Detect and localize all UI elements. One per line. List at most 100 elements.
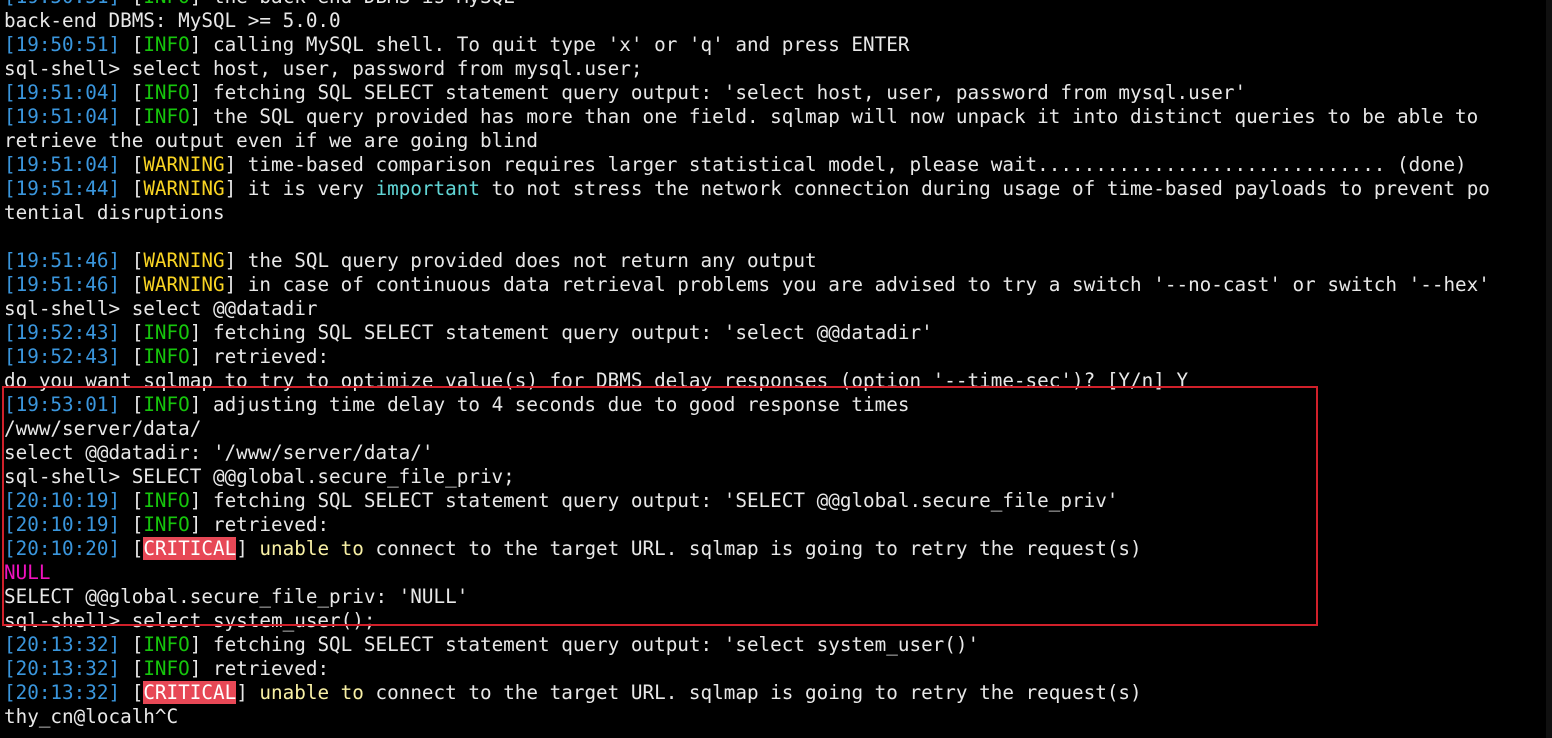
terminal-line: [19:51:44] [WARNING] it is very importan… — [4, 177, 1550, 201]
log-level-warning: WARNING — [143, 273, 225, 296]
line-text: ] adjusting time delay to 4 seconds due … — [189, 393, 910, 416]
terminal-line: [19:51:04] [WARNING] time-based comparis… — [4, 153, 1550, 177]
terminal-line: /www/server/data/ — [4, 417, 1550, 441]
timestamp: [20:13:32] — [4, 633, 121, 656]
terminal-line: [19:53:01] [INFO] adjusting time delay t… — [4, 393, 1550, 417]
terminal-output: [19:50:51] [INFO] the back-end DBMS is M… — [4, 0, 1550, 729]
timestamp: [19:51:04] — [4, 105, 121, 128]
timestamp: [19:50:51] — [4, 0, 120, 8]
timestamp: [20:13:32] — [4, 657, 121, 680]
log-level-info: INFO — [143, 489, 190, 512]
line-text: [ — [120, 537, 144, 560]
log-level-info: INFO — [143, 321, 190, 344]
terminal-window[interactable]: [19:50:51] [INFO] the back-end DBMS is M… — [0, 0, 1552, 738]
log-level-warning: WARNING — [143, 153, 225, 176]
timestamp: [19:52:43] — [4, 321, 121, 344]
line-text: ] calling MySQL shell. To quit type 'x' … — [189, 33, 910, 56]
line-text: ] fetching SQL SELECT statement query ou… — [189, 633, 980, 656]
line-text: [ — [120, 345, 144, 368]
terminal-line: do you want sqlmap to try to optimize va… — [4, 369, 1550, 393]
line-text: /www/server/data/ — [4, 417, 202, 440]
terminal-line: [19:50:51] [INFO] the back-end DBMS is M… — [4, 0, 1550, 9]
terminal-line: [20:10:19] [INFO] fetching SQL SELECT st… — [4, 489, 1550, 513]
line-text: ] — [236, 537, 260, 560]
log-level-info: INFO — [143, 33, 190, 56]
line-text: [ — [120, 321, 144, 344]
line-text: retrieve the output even if we are going… — [4, 129, 538, 152]
line-text: [ — [120, 513, 144, 536]
timestamp: [19:51:46] — [4, 273, 121, 296]
log-level-info: INFO — [143, 81, 190, 104]
timestamp: [20:10:19] — [4, 513, 121, 536]
terminal-line: select @@datadir: '/www/server/data/' — [4, 441, 1550, 465]
log-level-info: INFO — [143, 657, 190, 680]
terminal-line: [20:13:32] [INFO] fetching SQL SELECT st… — [4, 633, 1550, 657]
highlighted-text: unable to — [259, 681, 364, 704]
timestamp: [19:50:51] — [4, 33, 121, 56]
log-level-warning: WARNING — [143, 249, 225, 272]
terminal-line: [19:50:51] [INFO] calling MySQL shell. T… — [4, 33, 1550, 57]
line-text: ] fetching SQL SELECT statement query ou… — [189, 321, 933, 344]
terminal-line: NULL — [4, 561, 1550, 585]
line-text: [ — [120, 249, 144, 272]
line-text: ] retrieved: — [189, 513, 330, 536]
line-text: ] retrieved: — [189, 345, 330, 368]
timestamp: [19:51:46] — [4, 249, 121, 272]
terminal-line: [19:51:04] [INFO] fetching SQL SELECT st… — [4, 81, 1550, 105]
timestamp: [20:10:19] — [4, 489, 121, 512]
line-text: [ — [120, 273, 144, 296]
line-text: select @@datadir: '/www/server/data/' — [4, 441, 434, 464]
timestamp: [19:51:44] — [4, 177, 121, 200]
line-text: sql-shell> select system_user(); — [4, 609, 376, 632]
timestamp: [19:52:43] — [4, 345, 121, 368]
terminal-line: sql-shell> select @@datadir — [4, 297, 1550, 321]
line-text: [ — [120, 393, 144, 416]
terminal-line: [19:51:46] [WARNING] the SQL query provi… — [4, 249, 1550, 273]
line-text: ] fetching SQL SELECT statement query ou… — [189, 489, 1119, 512]
line-text: SELECT @@global.secure_file_priv: 'NULL' — [4, 585, 469, 608]
terminal-line: [20:13:32] [CRITICAL] unable to connect … — [4, 681, 1550, 705]
terminal-line: SELECT @@global.secure_file_priv: 'NULL' — [4, 585, 1550, 609]
timestamp: [20:10:20] — [4, 537, 121, 560]
line-text: sql-shell> select host, user, password f… — [4, 57, 643, 80]
line-text: ] it is very — [224, 177, 376, 200]
terminal-line: [20:10:20] [CRITICAL] unable to connect … — [4, 537, 1550, 561]
terminal-line: [20:13:32] [INFO] retrieved: — [4, 657, 1550, 681]
log-level-warning: WARNING — [143, 177, 225, 200]
timestamp: [19:51:04] — [4, 153, 121, 176]
line-text: [ — [120, 153, 144, 176]
terminal-line: thy_cn@localh^C — [4, 705, 1550, 729]
line-text: [ — [120, 105, 144, 128]
highlighted-text: important — [375, 177, 480, 200]
timestamp: [19:51:04] — [4, 81, 121, 104]
terminal-line: [19:51:04] [INFO] the SQL query provided… — [4, 105, 1550, 129]
line-text: ] retrieved: — [189, 657, 330, 680]
log-level-critical: CRITICAL — [143, 681, 237, 704]
null-value: NULL — [4, 561, 51, 584]
line-text: [ — [120, 81, 144, 104]
line-text: [ — [120, 177, 144, 200]
terminal-line: sql-shell> select system_user(); — [4, 609, 1550, 633]
terminal-line: sql-shell> SELECT @@global.secure_file_p… — [4, 465, 1550, 489]
line-text: thy_cn@localh^C — [4, 705, 179, 728]
line-text: [ — [120, 33, 144, 56]
line-text: ] the SQL query provided does not return… — [224, 249, 817, 272]
line-text: connect to the target URL. sqlmap is goi… — [363, 681, 1142, 704]
line-text: sql-shell> SELECT @@global.secure_file_p… — [4, 465, 515, 488]
line-text: ] fetching SQL SELECT statement query ou… — [189, 81, 1247, 104]
line-text: sql-shell> select @@datadir — [4, 297, 318, 320]
terminal-line: [19:52:43] [INFO] retrieved: — [4, 345, 1550, 369]
log-level-info: INFO — [143, 633, 190, 656]
terminal-line: [20:10:19] [INFO] retrieved: — [4, 513, 1550, 537]
line-text: ] the SQL query provided has more than o… — [189, 105, 1479, 128]
line-text: do you want sqlmap to try to optimize va… — [4, 369, 1189, 392]
line-text: [ — [120, 657, 144, 680]
terminal-line: [19:51:46] [WARNING] in case of continuo… — [4, 273, 1550, 297]
terminal-scrollbar[interactable] — [1546, 0, 1552, 738]
log-level-critical: CRITICAL — [143, 537, 237, 560]
line-text: ] in case of continuous data retrieval p… — [224, 273, 1490, 296]
log-level-info: INFO — [143, 393, 190, 416]
timestamp: [19:53:01] — [4, 393, 121, 416]
line-text: [ — [120, 633, 144, 656]
terminal-line: sql-shell> select host, user, password f… — [4, 57, 1550, 81]
